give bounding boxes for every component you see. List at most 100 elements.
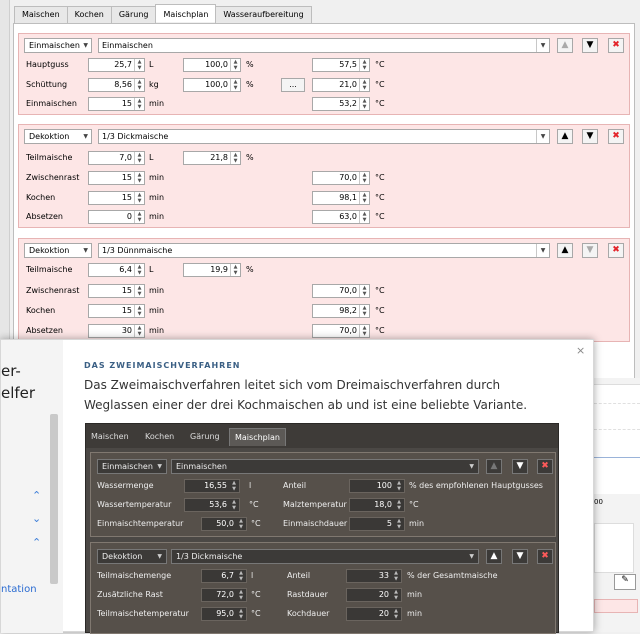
spin-arrows-icon[interactable]: ▲ ▼ <box>230 59 240 71</box>
spin-arrows-icon[interactable]: ▲ ▼ <box>134 172 144 184</box>
tab-bar: Maischen Kochen Gärung Maischplan Wasser… <box>14 4 312 23</box>
spin-arrows-icon[interactable]: ▲ ▼ <box>359 98 369 110</box>
tab-maischplan[interactable]: Maischplan <box>155 4 217 22</box>
delete-step-button[interactable]: ✖ <box>608 129 624 144</box>
schuettung-kg-spinbox[interactable]: 8,56 ▲ ▼ <box>88 78 145 92</box>
absetzen-min-spinbox[interactable]: 30 ▲ ▼ <box>88 324 145 338</box>
close-icon[interactable]: × <box>576 344 585 357</box>
move-up-button[interactable]: ▲ <box>557 129 573 144</box>
delete-step-button[interactable]: ✖ <box>608 243 624 258</box>
move-down-button[interactable]: ▼ <box>582 129 598 144</box>
spin-arrows-icon[interactable]: ▲ ▼ <box>134 192 144 204</box>
hauptguss-percent-spinbox[interactable]: 100,0 ▲ ▼ <box>183 58 241 72</box>
section-kicker: DAS ZWEIMAISCHVERFAHREN <box>84 361 241 370</box>
spin-arrows-icon[interactable]: ▲ ▼ <box>134 98 144 110</box>
embedded-label: Wassermenge <box>97 481 154 490</box>
spin-arrows-icon[interactable]: ▲ ▼ <box>134 152 144 164</box>
spin-arrows-icon[interactable]: ▲ ▼ <box>134 305 144 317</box>
spin-arrows-icon[interactable]: ▲ ▼ <box>359 59 369 71</box>
absetzen-temp-spinbox[interactable]: 70,0 ▲ ▼ <box>312 324 370 338</box>
spin-arrows-icon[interactable]: ▲ ▼ <box>230 264 240 276</box>
kochen-min-spinbox[interactable]: 15 ▲ ▼ <box>88 191 145 205</box>
spin-arrows-icon[interactable]: ▲ ▼ <box>134 285 144 297</box>
embedded-screenshot: Maischen Kochen Gärung Maischplan Einmai… <box>85 423 559 634</box>
spin-arrows-icon[interactable]: ▲ ▼ <box>359 305 369 317</box>
unit-label: min <box>149 193 165 202</box>
kochen-temp-spinbox[interactable]: 98,2 ▲ ▼ <box>312 304 370 318</box>
spin-arrows-icon[interactable]: ▲ ▼ <box>134 211 144 223</box>
step-name-field[interactable]: 1/3 Dünnmaische ▼ <box>98 243 550 258</box>
unit-label: % <box>246 265 254 274</box>
step-name-field[interactable]: 1/3 Dickmaische ▼ <box>98 129 550 144</box>
chevron-down-icon[interactable]: ▼ <box>536 244 549 257</box>
spin-arrows-icon[interactable]: ▲ ▼ <box>230 152 240 164</box>
zwischenrast-min-spinbox[interactable]: 15 ▲ ▼ <box>88 171 145 185</box>
spin-arrows-icon[interactable]: ▲ ▼ <box>359 192 369 204</box>
chevron-down-icon[interactable]: ⌄ <box>32 512 41 525</box>
schuettung-temp-spinbox[interactable]: 21,0 ▲ ▼ <box>312 78 370 92</box>
embedded-step-dickmaische: Dekoktion ▼ 1/3 Dickmaische ▼ ▲ ▼ ✖ Teilma… <box>90 542 556 634</box>
sidebar-scrollbar[interactable] <box>50 414 58 584</box>
spin-arrows-icon[interactable]: ▲ ▼ <box>359 172 369 184</box>
teilmaische-percent-spinbox[interactable]: 21,8 ▲ ▼ <box>183 151 241 165</box>
einmaischen-temp-spinbox[interactable]: 53,2 ▲ ▼ <box>312 97 370 111</box>
chevron-up-icon[interactable]: ⌃ <box>32 536 41 549</box>
absetzen-temp-spinbox[interactable]: 63,0 ▲ ▼ <box>312 210 370 224</box>
step-type-select[interactable]: Einmaischen ▼ <box>24 38 92 53</box>
embedded-down-icon: ▼ <box>512 459 528 474</box>
schuettung-percent-spinbox[interactable]: 100,0 ▲ ▼ <box>183 78 241 92</box>
step-name-field[interactable]: Einmaischen ▼ <box>98 38 550 53</box>
embedded-delete-icon: ✖ <box>537 549 553 564</box>
row-label: Zwischenrast <box>26 173 80 182</box>
kochen-temp-spinbox[interactable]: 98,1 ▲ ▼ <box>312 191 370 205</box>
chevron-down-icon[interactable]: ▼ <box>536 130 549 143</box>
spin-arrows-icon[interactable]: ▲ ▼ <box>134 79 144 91</box>
chevron-up-icon[interactable]: ⌃ <box>32 489 41 502</box>
spin-arrows-icon[interactable]: ▲ ▼ <box>359 325 369 337</box>
embedded-spinbox: 50,0 ▲ ▼ <box>201 517 247 531</box>
hauptguss-temp-spinbox[interactable]: 57,5 ▲ ▼ <box>312 58 370 72</box>
unit-label: °C <box>375 80 385 89</box>
tab-gaerung[interactable]: Gärung <box>110 6 157 23</box>
help-sidebar: er- elfer ⌃ ⌄ ⌃ ntation <box>1 340 63 633</box>
embedded-label: Kochdauer <box>287 609 330 618</box>
row-hauptguss: Hauptguss 25,7 ▲ ▼ L 100,0 ▲ ▼ % 57,5 ▲ ▼ °C <box>19 58 631 72</box>
zwischenrast-temp-spinbox[interactable]: 70,0 ▲ ▼ <box>312 171 370 185</box>
chevron-down-icon[interactable]: ▼ <box>536 39 549 52</box>
spin-arrows-icon[interactable]: ▲ ▼ <box>134 264 144 276</box>
sidebar-link[interactable]: ntation <box>1 584 37 595</box>
move-down-button[interactable]: ▼ <box>582 38 598 53</box>
step-type-select[interactable]: Dekoktion ▼ <box>24 243 92 258</box>
spin-arrows-icon[interactable]: ▲ ▼ <box>134 325 144 337</box>
absetzen-min-spinbox[interactable]: 0 ▲ ▼ <box>88 210 145 224</box>
embedded-spinbox: 33 ▲ ▼ <box>346 569 402 583</box>
zwischenrast-temp-spinbox[interactable]: 70,0 ▲ ▼ <box>312 284 370 298</box>
tab-kochen[interactable]: Kochen <box>66 6 112 23</box>
kochen-min-spinbox[interactable]: 15 ▲ ▼ <box>88 304 145 318</box>
spin-arrows-icon[interactable]: ▲ ▼ <box>134 59 144 71</box>
spin-arrows-icon[interactable]: ▲ ▼ <box>359 211 369 223</box>
teilmaische-liters-spinbox[interactable]: 6,4 ▲ ▼ <box>88 263 145 277</box>
spin-arrows-icon[interactable]: ▲ ▼ <box>359 285 369 297</box>
embedded-up-icon: ▲ <box>486 459 502 474</box>
embedded-spinbox: 16,55 ▲ ▼ <box>184 479 240 493</box>
teilmaische-liters-spinbox[interactable]: 7,0 ▲ ▼ <box>88 151 145 165</box>
tab-wasseraufbereitung[interactable]: Wasseraufbereitung <box>215 6 312 23</box>
move-up-button[interactable]: ▲ <box>557 243 573 258</box>
malt-details-button[interactable]: ... <box>281 78 305 92</box>
move-down-button[interactable]: ▼ <box>582 243 598 258</box>
zwischenrast-min-spinbox[interactable]: 15 ▲ ▼ <box>88 284 145 298</box>
einmaischen-min-spinbox[interactable]: 15 ▲ ▼ <box>88 97 145 111</box>
teilmaische-percent-spinbox[interactable]: 19,9 ▲ ▼ <box>183 263 241 277</box>
tab-maischen[interactable]: Maischen <box>14 6 68 23</box>
embedded-unit: min <box>407 590 423 599</box>
move-up-button[interactable]: ▲ <box>557 38 573 53</box>
spin-arrows-icon[interactable]: ▲ ▼ <box>230 79 240 91</box>
hauptguss-liters-spinbox[interactable]: 25,7 ▲ ▼ <box>88 58 145 72</box>
step-type-select[interactable]: Dekoktion ▼ <box>24 129 92 144</box>
embedded-unit: °C <box>251 519 261 528</box>
edit-button[interactable]: ✎ <box>614 574 636 590</box>
unit-label: °C <box>375 326 385 335</box>
delete-step-button[interactable]: ✖ <box>608 38 624 53</box>
spin-arrows-icon[interactable]: ▲ ▼ <box>359 79 369 91</box>
